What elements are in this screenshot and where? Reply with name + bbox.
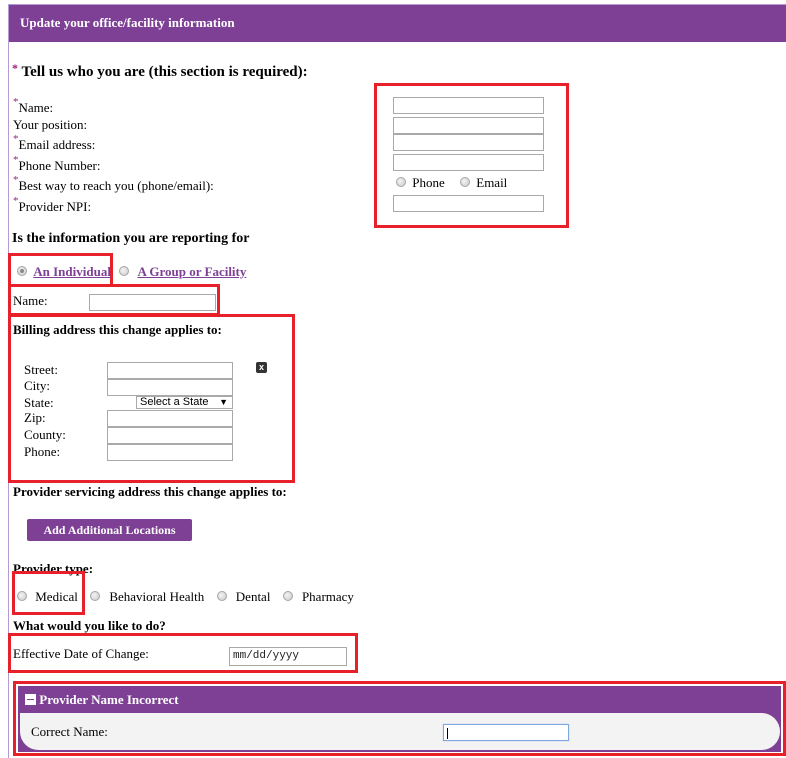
billing-heading: Billing address this change applies to:: [13, 322, 222, 337]
contact-method-label: *Best way to reach you (phone/email):: [13, 174, 214, 193]
county-input[interactable]: [107, 427, 233, 444]
collapse-minus-icon[interactable]: [25, 694, 36, 705]
npi-input[interactable]: [393, 195, 544, 212]
billing-phone-label: Phone:: [24, 444, 61, 459]
medical-label[interactable]: Medical: [35, 589, 78, 604]
state-select[interactable]: Select a State ▼: [136, 396, 233, 409]
zip-label: Zip:: [24, 410, 46, 425]
reporting-name-label: Name:: [13, 293, 48, 308]
remove-address-icon[interactable]: x: [256, 362, 267, 373]
provider-name-panel-header[interactable]: Provider Name Incorrect: [25, 692, 179, 708]
provider-type-options: Medical Behavioral Health Dental Pharmac…: [17, 589, 354, 605]
city-label: City:: [24, 378, 51, 393]
state-label: State:: [24, 395, 54, 410]
email-label: *Email address:: [13, 133, 96, 152]
contact-phone-label[interactable]: Phone: [412, 175, 445, 190]
action-heading: What would you like to do?: [13, 618, 166, 633]
page-title: Update your office/facility information: [20, 15, 235, 30]
pharmacy-radio[interactable]: [282, 591, 293, 601]
medical-radio[interactable]: [17, 591, 27, 601]
group-link[interactable]: A Group or Facility: [137, 264, 246, 279]
dropdown-arrow-icon: ▼: [219, 397, 228, 407]
page-header: Update your office/facility information: [9, 5, 786, 42]
billing-phone-input[interactable]: [107, 444, 233, 461]
position-input[interactable]: [393, 117, 544, 134]
name-input[interactable]: [393, 97, 544, 114]
position-label: Your position:: [13, 117, 88, 132]
correct-name-label: Correct Name:: [31, 724, 108, 739]
effective-date-label: Effective Date of Change:: [13, 646, 149, 661]
city-input[interactable]: [107, 379, 233, 396]
name-label: *Name:: [13, 96, 54, 115]
street-input[interactable]: [107, 362, 233, 379]
county-label: County:: [24, 427, 66, 442]
correct-name-input[interactable]: [443, 724, 569, 741]
dental-label[interactable]: Dental: [236, 589, 271, 604]
contact-email-label[interactable]: Email: [476, 175, 507, 190]
behavioral-radio[interactable]: [90, 591, 101, 601]
individual-radio[interactable]: [17, 266, 27, 276]
text-caret: [447, 728, 448, 739]
street-label: Street:: [24, 362, 58, 377]
npi-label: *Provider NPI:: [13, 195, 92, 214]
contact-phone-radio[interactable]: [396, 177, 406, 187]
pharmacy-label[interactable]: Pharmacy: [302, 589, 354, 604]
behavioral-label[interactable]: Behavioral Health: [109, 589, 204, 604]
reporting-name-input[interactable]: [89, 294, 216, 311]
effective-date-input[interactable]: mm/dd/yyyy: [229, 647, 347, 666]
dental-radio[interactable]: [216, 591, 227, 601]
phone-label: *Phone Number:: [13, 154, 101, 173]
servicing-heading: Provider servicing address this change a…: [13, 484, 287, 499]
reporting-options: An Individual A Group or Facility: [17, 264, 246, 280]
zip-input[interactable]: [107, 410, 233, 427]
add-locations-button[interactable]: Add Additional Locations: [27, 519, 192, 541]
contact-method-group: Phone Email: [396, 175, 507, 191]
provider-name-panel-body: [20, 713, 780, 750]
phone-input[interactable]: [393, 154, 544, 171]
group-radio[interactable]: [119, 266, 130, 276]
who-section-heading: * Tell us who you are (this section is r…: [12, 61, 308, 80]
reporting-heading: Is the information you are reporting for: [12, 231, 250, 246]
email-input[interactable]: [393, 134, 544, 151]
required-star: *: [12, 61, 18, 75]
individual-link[interactable]: An Individual: [33, 264, 111, 279]
contact-email-radio[interactable]: [460, 177, 470, 187]
